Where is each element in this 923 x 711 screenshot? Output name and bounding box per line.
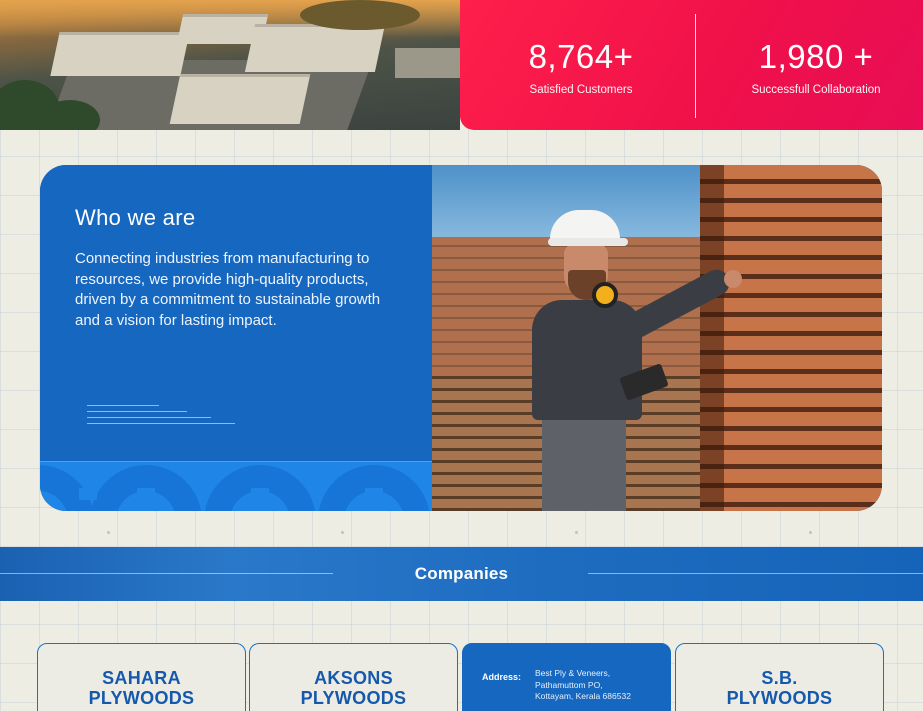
grid-dot (575, 531, 578, 534)
company-name-line: SAHARA (102, 668, 181, 688)
company-card-sb[interactable]: S.B. PLYWOODS (675, 643, 884, 711)
grid-dot (107, 531, 110, 534)
company-name-line: S.B. (761, 668, 798, 688)
company-name: SAHARA PLYWOODS (38, 668, 245, 708)
companies-header-band: Companies (0, 547, 923, 601)
aerial-factory-image (0, 0, 460, 130)
company-name-line: PLYWOODS (300, 688, 407, 708)
address-text: Best Ply & Veneers, Pathamuttom PO, Kott… (535, 668, 660, 703)
address-line: Kottayam, Kerala 686532 (535, 691, 631, 701)
grid-dot (341, 531, 344, 534)
company-name: S.B. PLYWOODS (676, 668, 883, 708)
stat-value: 1,980 + (758, 38, 874, 75)
worker-lumber-image (432, 165, 882, 511)
stat-satisfied-customers: 8,764+ Satisfied Customers (466, 38, 696, 96)
grid-dot (809, 531, 812, 534)
company-card-address[interactable]: Address: Best Ply & Veneers, Pathamuttom… (462, 643, 671, 711)
companies-title: Companies (414, 564, 509, 583)
company-name-line: PLYWOODS (88, 688, 195, 708)
who-we-are-title: Who we are (75, 205, 196, 230)
decorative-speed-lines (87, 405, 235, 429)
company-card-aksons[interactable]: AKSONS PLYWOODS (249, 643, 458, 711)
stats-divider (695, 14, 696, 118)
who-we-are-panel: Who we are Connecting industries from ma… (40, 165, 432, 511)
company-name-line: AKSONS (314, 668, 393, 688)
company-name-line: PLYWOODS (726, 688, 833, 708)
stats-panel: 8,764+ Satisfied Customers 1,980 + Succe… (460, 0, 923, 130)
address-label: Address: (482, 672, 522, 682)
address-line: Pathamuttom PO, (535, 679, 603, 690)
stat-label: Satisfied Customers (529, 84, 633, 96)
stat-collaborations: 1,980 + Successfull Collaboration (701, 38, 923, 96)
who-we-are-card: Who we are Connecting industries from ma… (40, 165, 882, 511)
who-we-are-text: Connecting industries from manufacturing… (75, 250, 381, 329)
stat-value: 8,764+ (528, 38, 634, 75)
company-name: AKSONS PLYWOODS (250, 668, 457, 708)
decorative-pattern-band (40, 461, 432, 511)
address-line: Best Ply & Veneers, (535, 668, 611, 678)
company-card-sahara[interactable]: SAHARA PLYWOODS (37, 643, 246, 711)
stat-label: Successfull Collaboration (751, 84, 881, 96)
